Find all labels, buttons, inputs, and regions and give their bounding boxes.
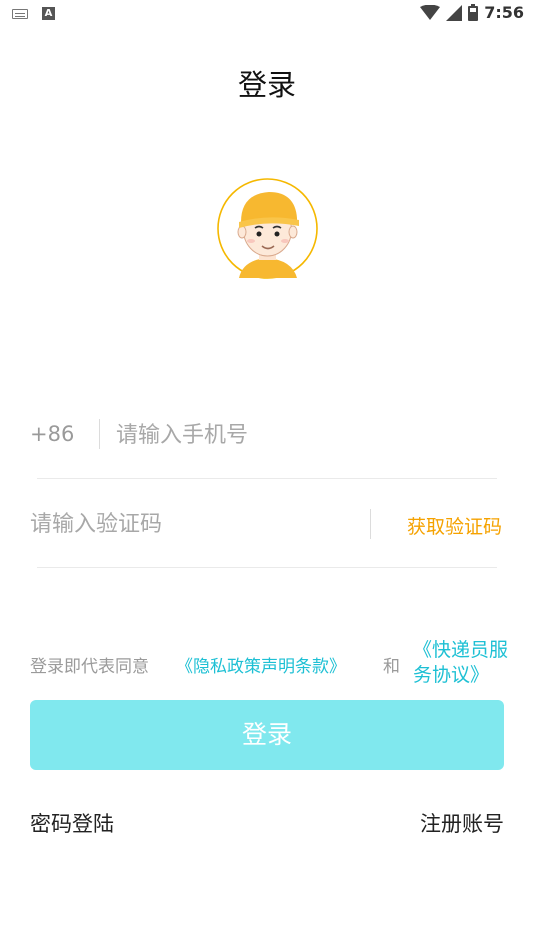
code-row: 获取验证码 xyxy=(30,500,502,550)
code-input[interactable] xyxy=(30,506,350,542)
agreement-and: 和 xyxy=(383,657,400,677)
phone-row: +86 xyxy=(30,410,498,460)
status-bar: A 7:56 xyxy=(0,0,534,28)
country-code[interactable]: +86 xyxy=(30,422,74,446)
agreement-text: 登录即代表同意 《隐私政策声明条款》 和 《快递员服务协议》 xyxy=(30,638,520,690)
phone-input[interactable] xyxy=(116,417,476,453)
privacy-policy-link[interactable]: 《隐私政策声明条款》 xyxy=(176,652,346,677)
divider xyxy=(37,478,497,479)
divider xyxy=(99,419,100,449)
wifi-icon xyxy=(420,4,441,20)
courier-agreement-link[interactable]: 《快递员服务协议》 xyxy=(413,638,525,688)
divider xyxy=(370,509,371,539)
page-title: 登录 xyxy=(237,68,296,102)
battery-icon xyxy=(468,4,479,21)
divider xyxy=(37,567,497,568)
password-login-link[interactable]: 密码登陆 xyxy=(30,808,114,838)
login-button[interactable]: 登录 xyxy=(30,700,504,770)
bottom-links: 密码登陆 注册账号 xyxy=(30,808,504,838)
a-icon: A xyxy=(42,7,55,20)
get-code-button[interactable]: 获取验证码 xyxy=(407,512,502,539)
keyboard-icon xyxy=(12,8,28,19)
clock-time: 7:56 xyxy=(484,3,524,22)
courier-avatar xyxy=(217,178,318,279)
register-link[interactable]: 注册账号 xyxy=(420,808,504,838)
agreement-prefix: 登录即代表同意 xyxy=(30,657,149,677)
signal-icon xyxy=(446,4,463,21)
